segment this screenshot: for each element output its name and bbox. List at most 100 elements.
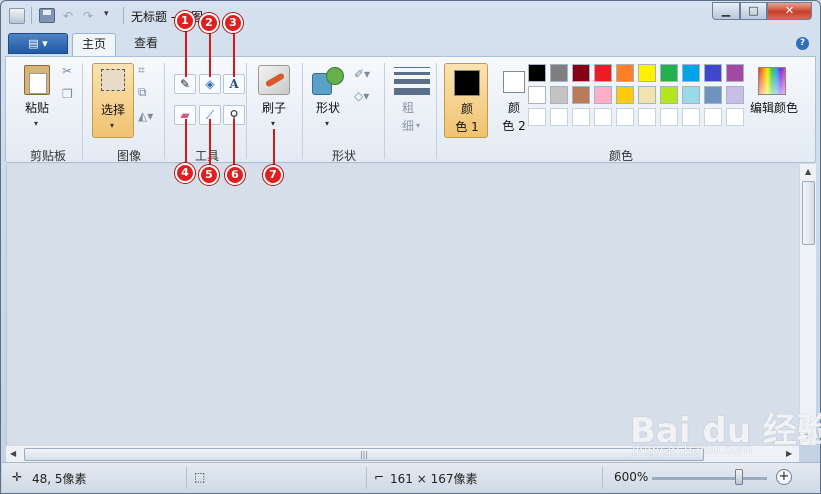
resize-icon[interactable]: ⧉ [138,85,147,100]
crop-icon[interactable]: ⌗ [138,63,145,78]
color-swatch[interactable] [572,86,590,104]
color-swatch[interactable] [682,64,700,82]
callout-line [185,29,187,77]
group-label-clipboard: 剪贴板 [29,149,66,163]
color-swatch[interactable] [638,86,656,104]
shape-fill-icon[interactable]: ◇▾ [354,89,369,103]
size-label-2: 细 [401,119,414,133]
group-divider [246,63,247,159]
zoom-in-button[interactable]: + [776,469,792,485]
selection-size-icon: ⬚ [194,470,206,484]
color-swatch[interactable] [594,64,612,82]
color-swatch[interactable] [726,86,744,104]
callout-marker-3: 3 [223,13,243,33]
scroll-up-icon[interactable]: ▲ [805,167,811,176]
color-swatch[interactable] [682,86,700,104]
color-swatch[interactable] [528,108,546,126]
chevron-down-icon: ▾ [416,121,421,130]
redo-icon[interactable]: ↷ [83,9,93,26]
tab-home[interactable]: 主页 [72,33,116,56]
quick-access-dropdown-icon[interactable]: ▾ [104,9,118,26]
scroll-left-icon[interactable]: ◀ [10,449,16,458]
color-swatch[interactable] [638,108,656,126]
color-swatch[interactable] [704,108,722,126]
shapes-icon [312,67,344,95]
color-swatch[interactable] [660,64,678,82]
maximize-button[interactable]: □ [740,2,767,20]
app-menu-button[interactable]: ▤ ▾ [8,33,68,54]
color-swatch[interactable] [704,64,722,82]
color-swatch[interactable] [550,108,568,126]
undo-icon[interactable]: ↶ [63,9,73,26]
scissors-icon[interactable]: ✂ [62,64,72,78]
callout-line [209,119,211,165]
group-label-shapes: 形状 [331,149,356,163]
color-swatch[interactable] [638,64,656,82]
title-bar: ↶ ↷ ▾ 无标题 - 画图 ▁ □ ✕ [1,1,820,31]
text-icon[interactable]: A [223,74,245,94]
minimize-button[interactable]: ▁ [712,2,740,20]
callout-line [209,29,211,77]
color1-swatch [454,70,480,96]
color-swatch[interactable] [594,86,612,104]
clipboard-icon [24,65,50,95]
horizontal-scroll-thumb[interactable]: ||| [24,448,704,461]
color-swatch[interactable] [572,108,590,126]
quick-access-divider [123,7,124,24]
edit-colors-button[interactable]: 编辑颜色 [746,99,802,117]
callout-marker-5: 5 [199,165,219,185]
color-swatch[interactable] [572,64,590,82]
size-label-1: 粗 [401,101,414,115]
vertical-scroll-thumb[interactable] [802,181,815,245]
zoom-slider-thumb[interactable] [735,469,743,485]
color-swatch[interactable] [660,86,678,104]
rotate-icon[interactable]: ◭▾ [138,109,153,123]
color-swatch[interactable] [528,64,546,82]
zoom-slider[interactable] [652,477,767,480]
color-swatch[interactable] [616,108,634,126]
shape-outline-icon[interactable]: ✐▾ [354,67,370,81]
color1-label-1: 颜 [460,102,473,116]
save-icon[interactable] [39,8,55,23]
chevron-down-icon: ▾ [110,121,115,130]
callout-marker-1: 1 [175,11,195,31]
paint-app-icon[interactable] [9,8,25,24]
brushes-label: 刷子 [261,101,286,115]
status-divider [366,467,367,489]
pencil-icon[interactable]: ✎ [174,74,196,94]
color-swatch[interactable] [704,86,722,104]
color-swatch[interactable] [616,64,634,82]
help-icon[interactable]: ? [796,37,809,50]
group-divider [302,63,303,159]
callout-line [185,119,187,165]
color-swatch[interactable] [616,86,634,104]
group-divider [436,63,437,159]
shapes-label: 形状 [315,101,340,115]
status-divider [186,467,187,489]
color1-button[interactable]: 颜 色 1 [444,63,488,138]
color-swatch[interactable] [528,86,546,104]
color-swatch[interactable] [594,108,612,126]
color-swatch[interactable] [682,108,700,126]
color-swatch[interactable] [726,108,744,126]
ribbon-tab-bar: ▤ ▾ 主页 查看 ? [2,31,820,56]
tab-view[interactable]: 查看 [124,33,168,56]
callout-marker-6: 6 [225,165,245,185]
color-spectrum-icon[interactable] [758,67,786,95]
select-button[interactable]: 选择 ▾ [92,63,134,138]
color-swatch[interactable] [726,64,744,82]
color-swatch[interactable] [550,64,568,82]
copy-icon[interactable]: ❐ [62,87,73,101]
paste-label: 粘贴 [24,101,49,115]
color-swatch[interactable] [550,86,568,104]
color1-label-2: 色 1 [455,120,479,134]
color-swatch[interactable] [660,108,678,126]
callout-line [273,129,275,167]
callout-marker-2: 2 [199,13,219,33]
fill-bucket-icon[interactable]: ◈ [199,74,221,94]
close-button[interactable]: ✕ [767,2,812,20]
ribbon: 粘贴 ▾ ✂ ❐ 剪贴板 选择 ▾ ⌗ ⧉ ◭▾ 图像 ✎ ◈ A ▰ ⟋ ⚲ … [5,56,816,163]
group-label-colors: 颜色 [608,149,633,163]
callout-marker-4: 4 [175,163,195,183]
chevron-down-icon: ▾ [34,119,39,128]
